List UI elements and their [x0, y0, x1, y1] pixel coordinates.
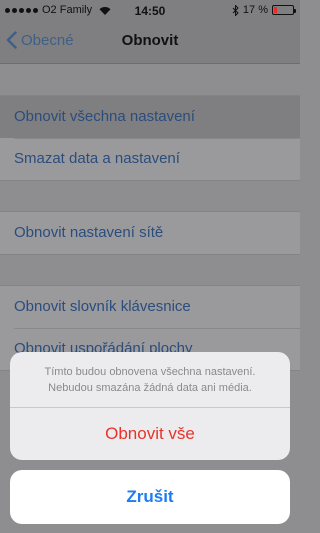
action-sheet-message: Tímto budou obnovena všechna nastavení. …	[10, 352, 290, 408]
status-right: 17 %	[232, 4, 296, 16]
battery-icon	[272, 5, 296, 15]
status-bar: O2 Family 14:50 17 %	[0, 0, 300, 20]
reset-keyboard-dictionary-row[interactable]: Obnovit slovník klávesnice	[0, 286, 300, 328]
chevron-left-icon	[6, 31, 17, 49]
settings-group-network: Obnovit nastavení sítě	[0, 211, 300, 255]
section-gap	[0, 65, 300, 95]
erase-content-settings-row[interactable]: Smazat data a nastavení	[0, 138, 300, 180]
back-button[interactable]: Obecné	[6, 31, 74, 49]
navigation-bar: Obecné Obnovit	[0, 20, 300, 64]
action-sheet-message-line-2: Nebudou smazána žádná data ani média.	[48, 382, 252, 394]
battery-level-fill	[274, 7, 278, 13]
action-sheet: Tímto budou obnovena všechna nastavení. …	[10, 352, 290, 460]
cancel-button[interactable]: Zrušit	[10, 470, 290, 524]
reset-network-settings-row[interactable]: Obnovit nastavení sítě	[0, 212, 300, 254]
battery-percent: 17 %	[242, 4, 268, 16]
section-gap	[0, 255, 300, 285]
settings-list: Obnovit všechna nastavení Smazat data a …	[0, 65, 300, 371]
reset-all-settings-row[interactable]: Obnovit všechna nastavení	[0, 96, 300, 138]
back-label: Obecné	[21, 31, 74, 49]
bluetooth-icon	[232, 4, 239, 16]
section-gap	[0, 181, 300, 211]
cancel-sheet: Zrušit	[10, 470, 290, 524]
settings-group-reset: Obnovit všechna nastavení Smazat data a …	[0, 95, 300, 181]
reset-all-button[interactable]: Obnovit vše	[10, 408, 290, 460]
action-sheet-message-line-1: Tímto budou obnovena všechna nastavení.	[44, 366, 256, 378]
